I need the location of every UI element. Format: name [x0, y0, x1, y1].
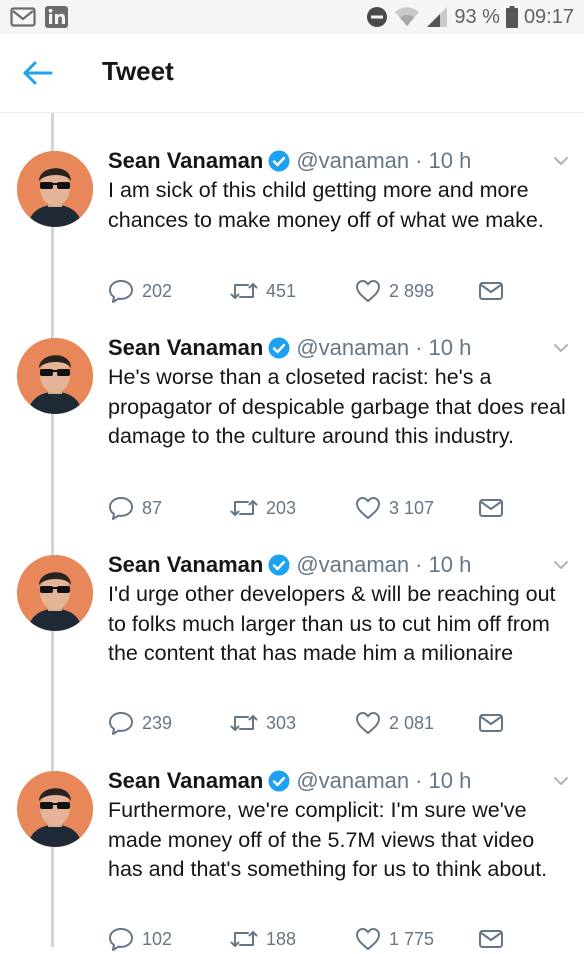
reply-button[interactable]: 87: [108, 493, 162, 523]
reply-icon: [108, 927, 134, 951]
verified-icon: [268, 770, 290, 792]
author-name[interactable]: Sean Vanaman: [108, 768, 263, 794]
separator: ·: [415, 148, 423, 173]
reply-button[interactable]: 102: [108, 924, 172, 954]
retweet-button[interactable]: 203: [230, 493, 296, 523]
like-count: 2 898: [389, 280, 435, 301]
separator: ·: [415, 335, 423, 360]
mail-icon: [478, 497, 504, 519]
reply-icon: [108, 711, 134, 735]
page-title: Tweet: [102, 56, 174, 86]
retweet-button[interactable]: 451: [230, 276, 296, 306]
back-button[interactable]: [22, 59, 54, 87]
chevron-down-icon[interactable]: [550, 770, 572, 792]
author-handle[interactable]: @vanaman: [296, 335, 409, 361]
direct-message-button[interactable]: [478, 924, 504, 954]
heart-icon: [355, 927, 381, 951]
author-name[interactable]: Sean Vanaman: [108, 148, 263, 174]
chevron-down-icon[interactable]: [550, 337, 572, 359]
tweet-actions: 202 451 2 898: [108, 276, 528, 306]
author-name[interactable]: Sean Vanaman: [108, 552, 263, 578]
back-arrow-icon: [22, 61, 54, 91]
battery-icon: [505, 6, 518, 28]
retweet-count: 303: [266, 712, 297, 733]
heart-icon: [355, 279, 381, 303]
retweet-count: 188: [266, 928, 297, 949]
avatar[interactable]: [17, 771, 93, 847]
tweet-text: He's worse than a closeted racist: he's …: [108, 365, 566, 448]
retweet-count: 451: [266, 280, 297, 301]
verified-icon: [268, 150, 290, 172]
tweet-thread: Sean Vanaman @vanaman · 10 h I am sick o…: [0, 113, 584, 951]
direct-message-button[interactable]: [478, 708, 504, 738]
wifi-icon: [394, 6, 420, 28]
reply-count: 102: [142, 928, 173, 949]
like-button[interactable]: 2 081: [355, 708, 434, 738]
direct-message-button[interactable]: [478, 493, 504, 523]
retweet-icon: [230, 497, 258, 519]
like-button[interactable]: 2 898: [355, 276, 434, 306]
reply-button[interactable]: 202: [108, 276, 172, 306]
tweet-actions: 102 188 1 775: [108, 924, 528, 954]
app-header: Tweet: [0, 34, 584, 113]
verified-icon: [268, 554, 290, 576]
avatar[interactable]: [17, 151, 93, 227]
mail-icon: [478, 712, 504, 734]
like-button[interactable]: 1 775: [355, 924, 434, 954]
avatar[interactable]: [17, 338, 93, 414]
heart-icon: [355, 496, 381, 520]
retweet-button[interactable]: 188: [230, 924, 296, 954]
separator: ·: [415, 552, 423, 577]
reply-count: 87: [142, 497, 163, 518]
timestamp[interactable]: 10 h: [428, 335, 471, 361]
author-handle[interactable]: @vanaman: [296, 148, 409, 174]
retweet-button[interactable]: 303: [230, 708, 296, 738]
signal-icon: [426, 6, 448, 28]
direct-message-button[interactable]: [478, 276, 504, 306]
linkedin-icon: [44, 5, 70, 29]
tweet-text: Furthermore, we're complicit: I'm sure w…: [108, 798, 548, 881]
mail-icon: [478, 280, 504, 302]
timestamp[interactable]: 10 h: [428, 552, 471, 578]
like-count: 3 107: [389, 497, 435, 518]
tweet-actions: 87 203 3 107: [108, 493, 528, 523]
retweet-icon: [230, 712, 258, 734]
like-button[interactable]: 3 107: [355, 493, 434, 523]
tweet-text: I'd urge other developers & will be reac…: [108, 582, 556, 665]
timestamp[interactable]: 10 h: [428, 768, 471, 794]
chevron-down-icon[interactable]: [550, 150, 572, 172]
timestamp[interactable]: 10 h: [428, 148, 471, 174]
author-handle[interactable]: @vanaman: [296, 552, 409, 578]
reply-count: 239: [142, 712, 173, 733]
reply-count: 202: [142, 280, 173, 301]
like-count: 1 775: [389, 928, 435, 949]
reply-icon: [108, 496, 134, 520]
retweet-count: 203: [266, 497, 297, 518]
battery-percent: 93 %: [454, 5, 500, 28]
tweet-text: I am sick of this child getting more and…: [108, 178, 544, 232]
heart-icon: [355, 711, 381, 735]
verified-icon: [268, 337, 290, 359]
reply-icon: [108, 279, 134, 303]
avatar[interactable]: [17, 555, 93, 631]
chevron-down-icon[interactable]: [550, 554, 572, 576]
clock: 09:17: [523, 5, 574, 28]
retweet-icon: [230, 280, 258, 302]
reply-button[interactable]: 239: [108, 708, 172, 738]
status-bar: 93 % 09:17: [0, 0, 584, 34]
author-name[interactable]: Sean Vanaman: [108, 335, 263, 361]
separator: ·: [415, 768, 423, 793]
like-count: 2 081: [389, 712, 435, 733]
do-not-disturb-icon: [366, 6, 388, 28]
gmail-icon: [10, 5, 36, 29]
author-handle[interactable]: @vanaman: [296, 768, 409, 794]
tweet-actions: 239 303 2 081: [108, 708, 528, 738]
